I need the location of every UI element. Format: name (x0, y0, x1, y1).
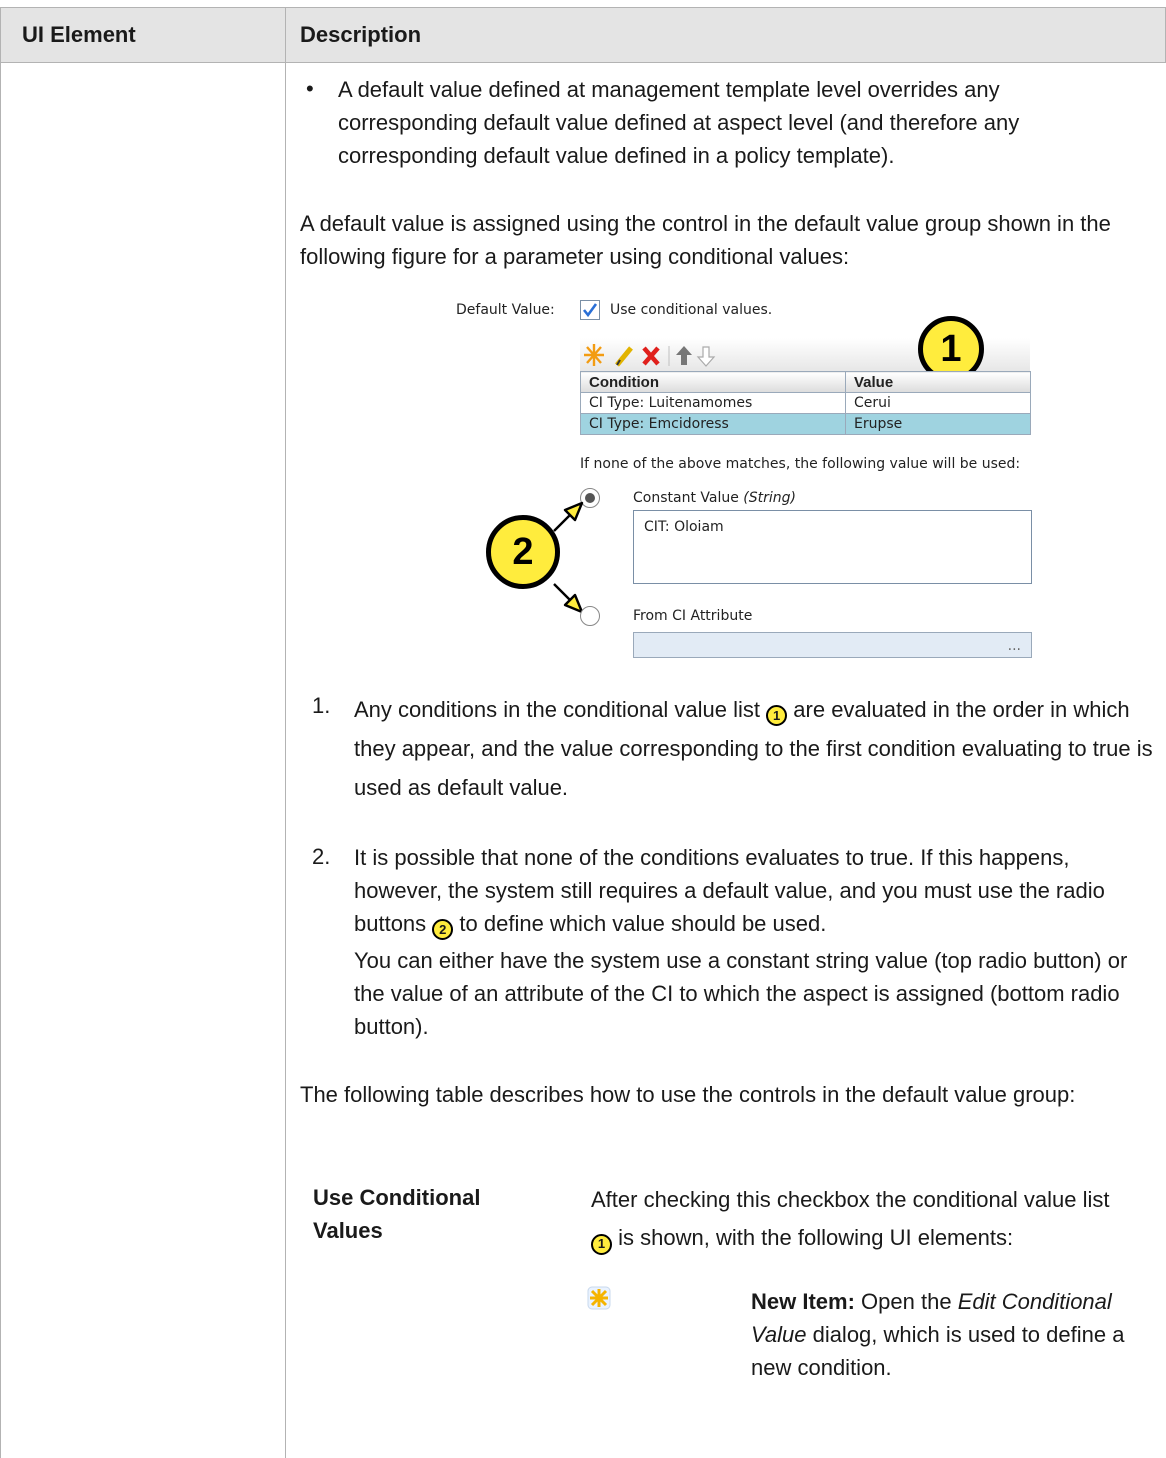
inner-desc-use-conditional: After checking this checkbox the conditi… (591, 1181, 1111, 1257)
browse-button[interactable]: ... (1008, 638, 1021, 654)
table-header: UI Element Description (0, 7, 1166, 63)
move-down-icon[interactable] (696, 346, 716, 367)
list-item-2-extra: You can either have the system use a con… (354, 948, 1128, 1039)
paragraph-assign: A default value is assigned using the co… (300, 211, 1111, 269)
list-item-1: Any conditions in the conditional value … (354, 697, 1153, 800)
edit-icon[interactable] (615, 346, 633, 367)
header-ui-element: UI Element (22, 22, 136, 47)
bullet-marker: • (306, 76, 314, 101)
list-number-1: 1. (312, 693, 331, 718)
list-item-2: It is possible that none of the conditio… (354, 841, 1154, 940)
constant-value-input[interactable]: CIT: Oloiam (633, 510, 1032, 584)
fallback-text: If none of the above matches, the follow… (580, 456, 1021, 472)
column-value[interactable]: Value (845, 371, 1031, 393)
header-description: Description (300, 22, 422, 47)
new-item-icon[interactable] (584, 344, 604, 366)
callout-1-inline-icon: 1 (766, 705, 788, 726)
callout-1-inline-icon: 1 (591, 1233, 612, 1255)
move-up-icon[interactable] (676, 346, 692, 365)
from-ci-attribute-label: From CI Attribute (633, 608, 753, 624)
default-value-label: Default Value: (456, 302, 555, 318)
list-number-2: 2. (312, 844, 331, 869)
default-value-figure: Default Value: Use conditional values. 1… (420, 292, 1040, 664)
ci-attribute-field[interactable]: ... (633, 632, 1032, 658)
row-value: Cerui (845, 392, 1031, 414)
checkmark-icon (582, 303, 598, 318)
constant-value-label: Constant Value (String) (633, 490, 797, 506)
row-value: Erupse (845, 413, 1031, 435)
new-item-icon (587, 1286, 611, 1310)
from-ci-attribute-radio[interactable] (580, 606, 600, 626)
row-condition: CI Type: Emcidoress (580, 413, 846, 435)
arrow-up-right-icon (553, 501, 584, 532)
table-row[interactable]: CI Type: Luitenamomes Cerui (580, 392, 1031, 414)
delete-icon[interactable] (642, 346, 660, 366)
use-conditional-checkbox[interactable] (580, 300, 600, 320)
inner-label-use-conditional: Use Conditional Values (313, 1185, 481, 1243)
constant-type: (String) (743, 490, 797, 506)
row-condition: CI Type: Luitenamomes (580, 392, 846, 414)
bullet-text: A default value defined at management te… (338, 77, 1020, 168)
conditional-value-list: Condition Value CI Type: Luitenamomes Ce… (580, 371, 1031, 435)
paragraph-table-intro: The following table describes how to use… (300, 1082, 1076, 1107)
table-left-border (0, 7, 1, 1458)
callout-2-inline-icon: 2 (432, 919, 454, 940)
table-row[interactable]: CI Type: Emcidoress Erupse (580, 413, 1031, 435)
use-conditional-label: Use conditional values. (610, 302, 773, 318)
column-divider (285, 7, 286, 1458)
new-item-title: New Item: (751, 1289, 855, 1314)
column-condition[interactable]: Condition (580, 371, 846, 393)
new-item-description: New Item: Open the Edit Conditional Valu… (751, 1289, 1125, 1380)
